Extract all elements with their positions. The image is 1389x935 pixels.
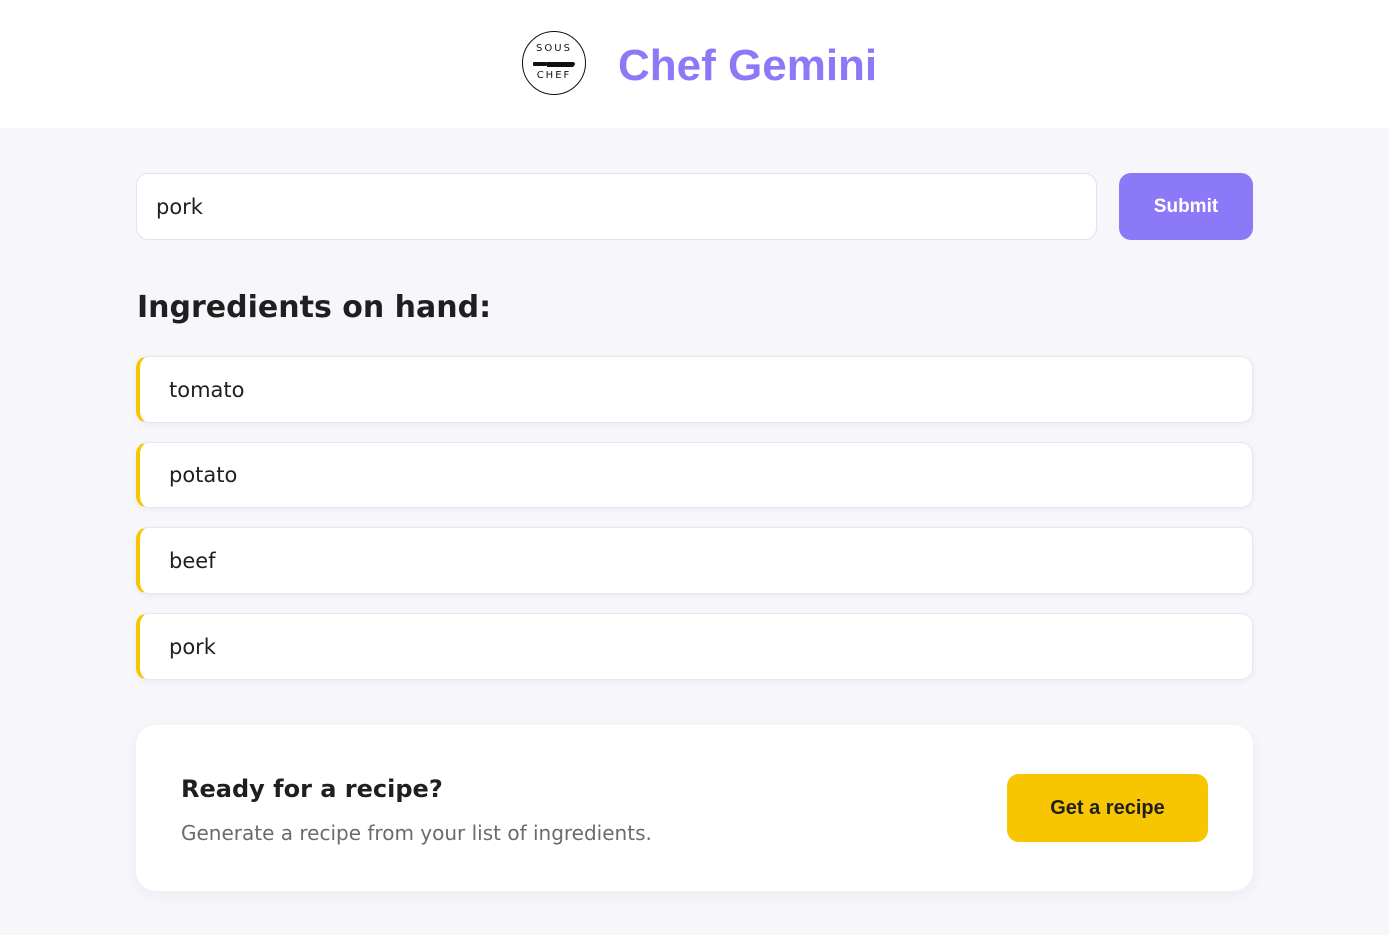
ingredient-item-tomato: tomato [136, 356, 1253, 423]
submit-button[interactable]: Submit [1119, 173, 1253, 240]
logo-bottom-text: CHEF [536, 70, 572, 81]
ingredient-item-potato: potato [136, 442, 1253, 508]
get-recipe-button[interactable]: Get a recipe [1007, 774, 1208, 842]
ingredient-item-beef: beef [136, 527, 1253, 594]
app-header: SOUS CHEF Chef Gemini [0, 0, 1389, 128]
recipe-card-description: Generate a recipe from your list of ingr… [181, 821, 652, 845]
logo-top-text: SOUS [536, 43, 572, 54]
ingredients-heading: Ingredients on hand: [137, 290, 492, 325]
ingredient-item-pork: pork [136, 613, 1253, 680]
recipe-card-title: Ready for a recipe? [181, 775, 443, 803]
sous-chef-logo: SOUS CHEF [522, 31, 586, 95]
app-title: Chef Gemini [618, 41, 878, 90]
ingredient-input[interactable] [136, 173, 1097, 240]
recipe-card: Ready for a recipe? Generate a recipe fr… [136, 725, 1253, 891]
ingredient-list: tomato potato beef pork [136, 356, 1253, 699]
knife-icon [533, 62, 575, 67]
